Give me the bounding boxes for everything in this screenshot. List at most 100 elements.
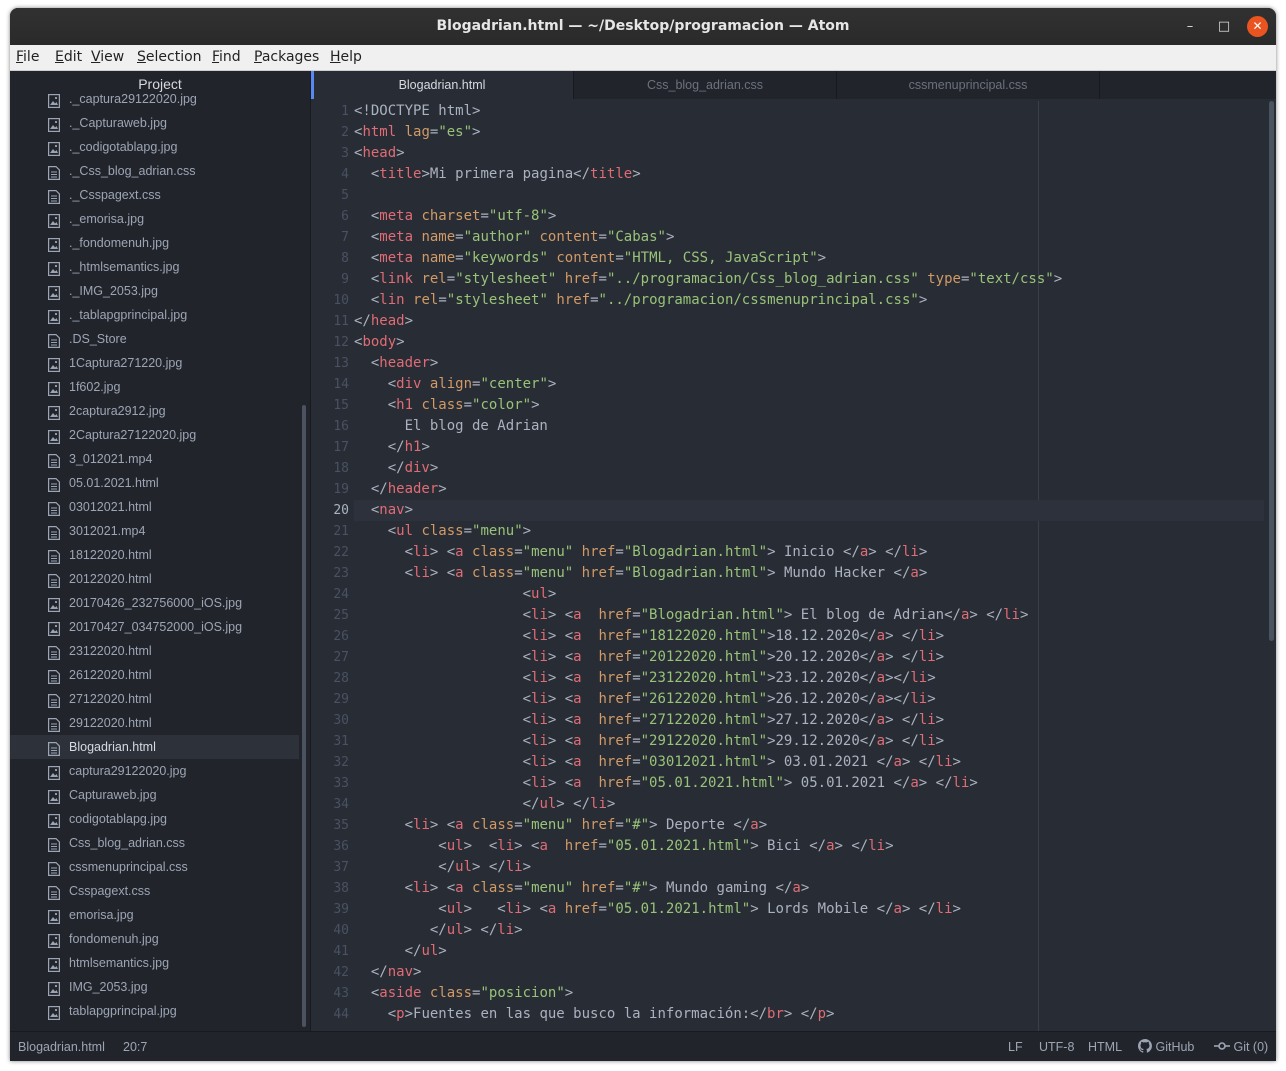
code-line[interactable]: <head>	[354, 143, 1264, 164]
tree-item[interactable]: Css_blog_adrian.css	[10, 831, 299, 855]
code-line[interactable]: <li> <a href="23122020.html">23.12.2020<…	[354, 668, 1264, 689]
tree-item[interactable]: ._codigotablapg.jpg	[10, 135, 299, 159]
status-grammar[interactable]: HTML	[1088, 1032, 1122, 1061]
code-line[interactable]: </ul> </li>	[354, 920, 1264, 941]
code-line[interactable]: </ul> </li>	[354, 857, 1264, 878]
tree-item[interactable]: codigotablapg.jpg	[10, 807, 299, 831]
code-line[interactable]: </header>	[354, 479, 1264, 500]
status-cursor-position[interactable]: 20:7	[123, 1032, 147, 1061]
tree-item[interactable]: 1f602.jpg	[10, 375, 299, 399]
tree-item[interactable]: 20170427_034752000_iOS.jpg	[10, 615, 299, 639]
code-line[interactable]: <link rel="stylesheet" href="../programa…	[354, 269, 1264, 290]
tree-item[interactable]: .DS_Store	[10, 327, 299, 351]
code-line[interactable]: <ul> <li> <a href="05.01.2021.html"> Bic…	[354, 836, 1264, 857]
code-line[interactable]: <li> <a href="27122020.html">27.12.2020<…	[354, 710, 1264, 731]
tree-item[interactable]: 20170426_232756000_iOS.jpg	[10, 591, 299, 615]
tree-item[interactable]: 3012021.mp4	[10, 519, 299, 543]
tree-item[interactable]: 18122020.html	[10, 543, 299, 567]
code-line[interactable]: </ul> </li>	[354, 794, 1264, 815]
tree-item[interactable]: htmlsemantics.jpg	[10, 951, 299, 975]
code-line[interactable]: <p>Fuentes en las que busco la informaci…	[354, 1004, 1264, 1025]
code-line[interactable]: </nav>	[354, 962, 1264, 983]
code-line[interactable]: <ul> <li> <a href="05.01.2021.html"> Lor…	[354, 899, 1264, 920]
menu-packages[interactable]: Packages	[254, 49, 319, 65]
tab-cssmenuprincipal[interactable]: cssmenuprincipal.css	[837, 71, 1100, 99]
maximize-button[interactable]: □	[1212, 8, 1236, 45]
tree-item[interactable]: 27122020.html	[10, 687, 299, 711]
code-line[interactable]: <ul class="menu">	[354, 521, 1264, 542]
tree-item[interactable]: ._Csspagext.css	[10, 183, 299, 207]
close-button[interactable]: ✕	[1247, 16, 1268, 37]
status-git[interactable]: Git (0)	[1214, 1032, 1268, 1061]
code-line[interactable]: <meta name="keywords" content="HTML, CSS…	[354, 248, 1264, 269]
code-line[interactable]: <title>Mi primera pagina</title>	[354, 164, 1264, 185]
menu-file[interactable]: File	[16, 49, 39, 65]
tree-item[interactable]: 1Captura271220.jpg	[10, 351, 299, 375]
code-line[interactable]: <h1 class="color">	[354, 395, 1264, 416]
tree-item[interactable]: emorisa.jpg	[10, 903, 299, 927]
minimize-button[interactable]: –	[1178, 8, 1202, 45]
tree-item[interactable]: ._htmlsemantics.jpg	[10, 255, 299, 279]
status-github[interactable]: GitHub	[1137, 1032, 1194, 1061]
editor-vertical-scrollbar[interactable]	[1269, 101, 1274, 641]
code-line[interactable]: <li> <a href="03012021.html"> 03.01.2021…	[354, 752, 1264, 773]
code-line[interactable]: <header>	[354, 353, 1264, 374]
code-line[interactable]: <li> <a href="05.01.2021.html"> 05.01.20…	[354, 773, 1264, 794]
tree-item[interactable]: 2Captura27122020.jpg	[10, 423, 299, 447]
tree-item[interactable]: fondomenuh.jpg	[10, 927, 299, 951]
tree-item[interactable]: ._captura29122020.jpg	[10, 87, 299, 111]
tree-item[interactable]: IMG_2053.jpg	[10, 975, 299, 999]
tree-item[interactable]: ._Capturaweb.jpg	[10, 111, 299, 135]
tree-item[interactable]: 23122020.html	[10, 639, 299, 663]
status-line-ending[interactable]: LF	[1008, 1032, 1023, 1061]
code-line[interactable]: <lin rel="stylesheet" href="../programac…	[354, 290, 1264, 311]
code-line[interactable]: </h1>	[354, 437, 1264, 458]
code-line[interactable]: <li> <a href="Blogadrian.html"> El blog …	[354, 605, 1264, 626]
code-line[interactable]: <!DOCTYPE html>	[354, 101, 1264, 122]
code-line[interactable]: <li> <a href="18122020.html">18.12.2020<…	[354, 626, 1264, 647]
tree-item[interactable]: 2captura2912.jpg	[10, 399, 299, 423]
tree-item[interactable]: ._emorisa.jpg	[10, 207, 299, 231]
code-line[interactable]: <ul>	[354, 584, 1264, 605]
tree-item[interactable]: Blogadrian.html	[10, 735, 299, 759]
code-line[interactable]: <aside class="posicion">	[354, 983, 1264, 1004]
code-line[interactable]: <li> <a class="menu" href="Blogadrian.ht…	[354, 563, 1264, 584]
code-line[interactable]	[354, 185, 1264, 206]
tree-item[interactable]: Capturaweb.jpg	[10, 783, 299, 807]
tree-item[interactable]: 29122020.html	[10, 711, 299, 735]
code-line[interactable]: </ul>	[354, 941, 1264, 962]
code-line[interactable]: <li> <a class="menu" href="Blogadrian.ht…	[354, 542, 1264, 563]
menu-selection[interactable]: Selection	[137, 49, 202, 65]
tree-item[interactable]: 05.01.2021.html	[10, 471, 299, 495]
tree-item[interactable]: tablapgprincipal.jpg	[10, 999, 299, 1023]
tree-item[interactable]: cssmenuprincipal.css	[10, 855, 299, 879]
tab-blogadrian-html[interactable]: Blogadrian.html	[311, 71, 574, 99]
tree-item[interactable]: 26122020.html	[10, 663, 299, 687]
menu-edit[interactable]: Edit	[55, 49, 82, 65]
sidebar-scrollbar[interactable]	[302, 405, 306, 1027]
status-encoding[interactable]: UTF-8	[1039, 1032, 1074, 1061]
menu-find[interactable]: Find	[212, 49, 241, 65]
menu-help[interactable]: Help	[330, 49, 362, 65]
tree-item[interactable]: 20122020.html	[10, 567, 299, 591]
tree-item[interactable]: ._tablapgprincipal.jpg	[10, 303, 299, 327]
code-line[interactable]: <meta name="author" content="Cabas">	[354, 227, 1264, 248]
code-line[interactable]: <li> <a class="menu" href="#"> Mundo gam…	[354, 878, 1264, 899]
code-line[interactable]: <li> <a href="29122020.html">29.12.2020<…	[354, 731, 1264, 752]
tree-item[interactable]: 3_012021.mp4	[10, 447, 299, 471]
code-line[interactable]: </head>	[354, 311, 1264, 332]
code-line[interactable]: <nav>	[354, 500, 1264, 521]
tree-item[interactable]: ._Css_blog_adrian.css	[10, 159, 299, 183]
code-line[interactable]: <li> <a class="menu" href="#"> Deporte <…	[354, 815, 1264, 836]
code-line[interactable]: <body>	[354, 332, 1264, 353]
status-file-path[interactable]: Blogadrian.html	[18, 1032, 105, 1061]
tree-item[interactable]: Csspagext.css	[10, 879, 299, 903]
code-line[interactable]: <html lag="es">	[354, 122, 1264, 143]
tree-item[interactable]: ._IMG_2053.jpg	[10, 279, 299, 303]
code-line[interactable]: <li> <a href="26122020.html">26.12.2020<…	[354, 689, 1264, 710]
tab-css-blog-adrian[interactable]: Css_blog_adrian.css	[574, 71, 837, 99]
code-line[interactable]: <meta charset="utf-8">	[354, 206, 1264, 227]
tree-item[interactable]: captura29122020.jpg	[10, 759, 299, 783]
menu-view[interactable]: View	[91, 49, 124, 65]
code-line[interactable]: </div>	[354, 458, 1264, 479]
